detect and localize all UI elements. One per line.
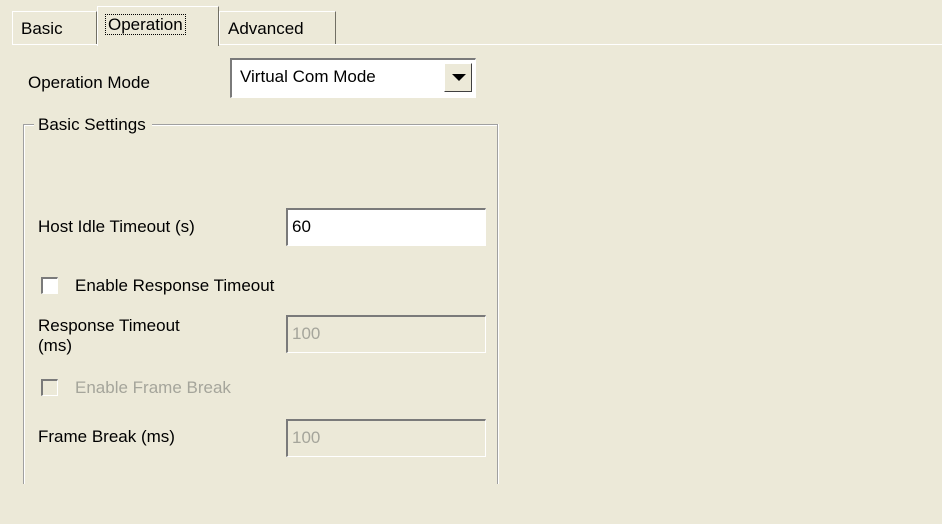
chevron-down-icon: [452, 74, 466, 81]
tab-advanced[interactable]: Advanced: [219, 11, 336, 44]
dropdown-button[interactable]: [444, 63, 472, 92]
frame-break-label: Frame Break (ms): [38, 427, 175, 446]
response-timeout-input[interactable]: 100: [286, 315, 486, 353]
host-idle-timeout-label: Host Idle Timeout (s): [38, 217, 195, 236]
tab-basic-label: Basic: [21, 19, 63, 38]
tab-operation[interactable]: Operation: [97, 6, 219, 46]
frame-break-input[interactable]: 100: [286, 419, 486, 457]
tab-advanced-label: Advanced: [228, 19, 304, 38]
operation-mode-select[interactable]: Virtual Com Mode: [230, 58, 476, 98]
tab-basic[interactable]: Basic: [12, 11, 97, 44]
operation-mode-value: Virtual Com Mode: [240, 67, 376, 86]
enable-frame-break-label[interactable]: Enable Frame Break: [75, 377, 231, 399]
enable-response-timeout-checkbox[interactable]: [41, 277, 58, 294]
response-timeout-label-line2: (ms): [38, 336, 72, 355]
enable-response-timeout-label[interactable]: Enable Response Timeout: [75, 275, 274, 297]
host-idle-timeout-input[interactable]: 60: [286, 208, 486, 246]
operation-mode-label: Operation Mode: [28, 73, 150, 92]
enable-frame-break-checkbox[interactable]: [41, 379, 58, 396]
response-timeout-label-line1: Response Timeout: [38, 316, 180, 335]
basic-settings-title: Basic Settings: [34, 114, 152, 136]
tab-operation-label: Operation: [105, 14, 186, 35]
